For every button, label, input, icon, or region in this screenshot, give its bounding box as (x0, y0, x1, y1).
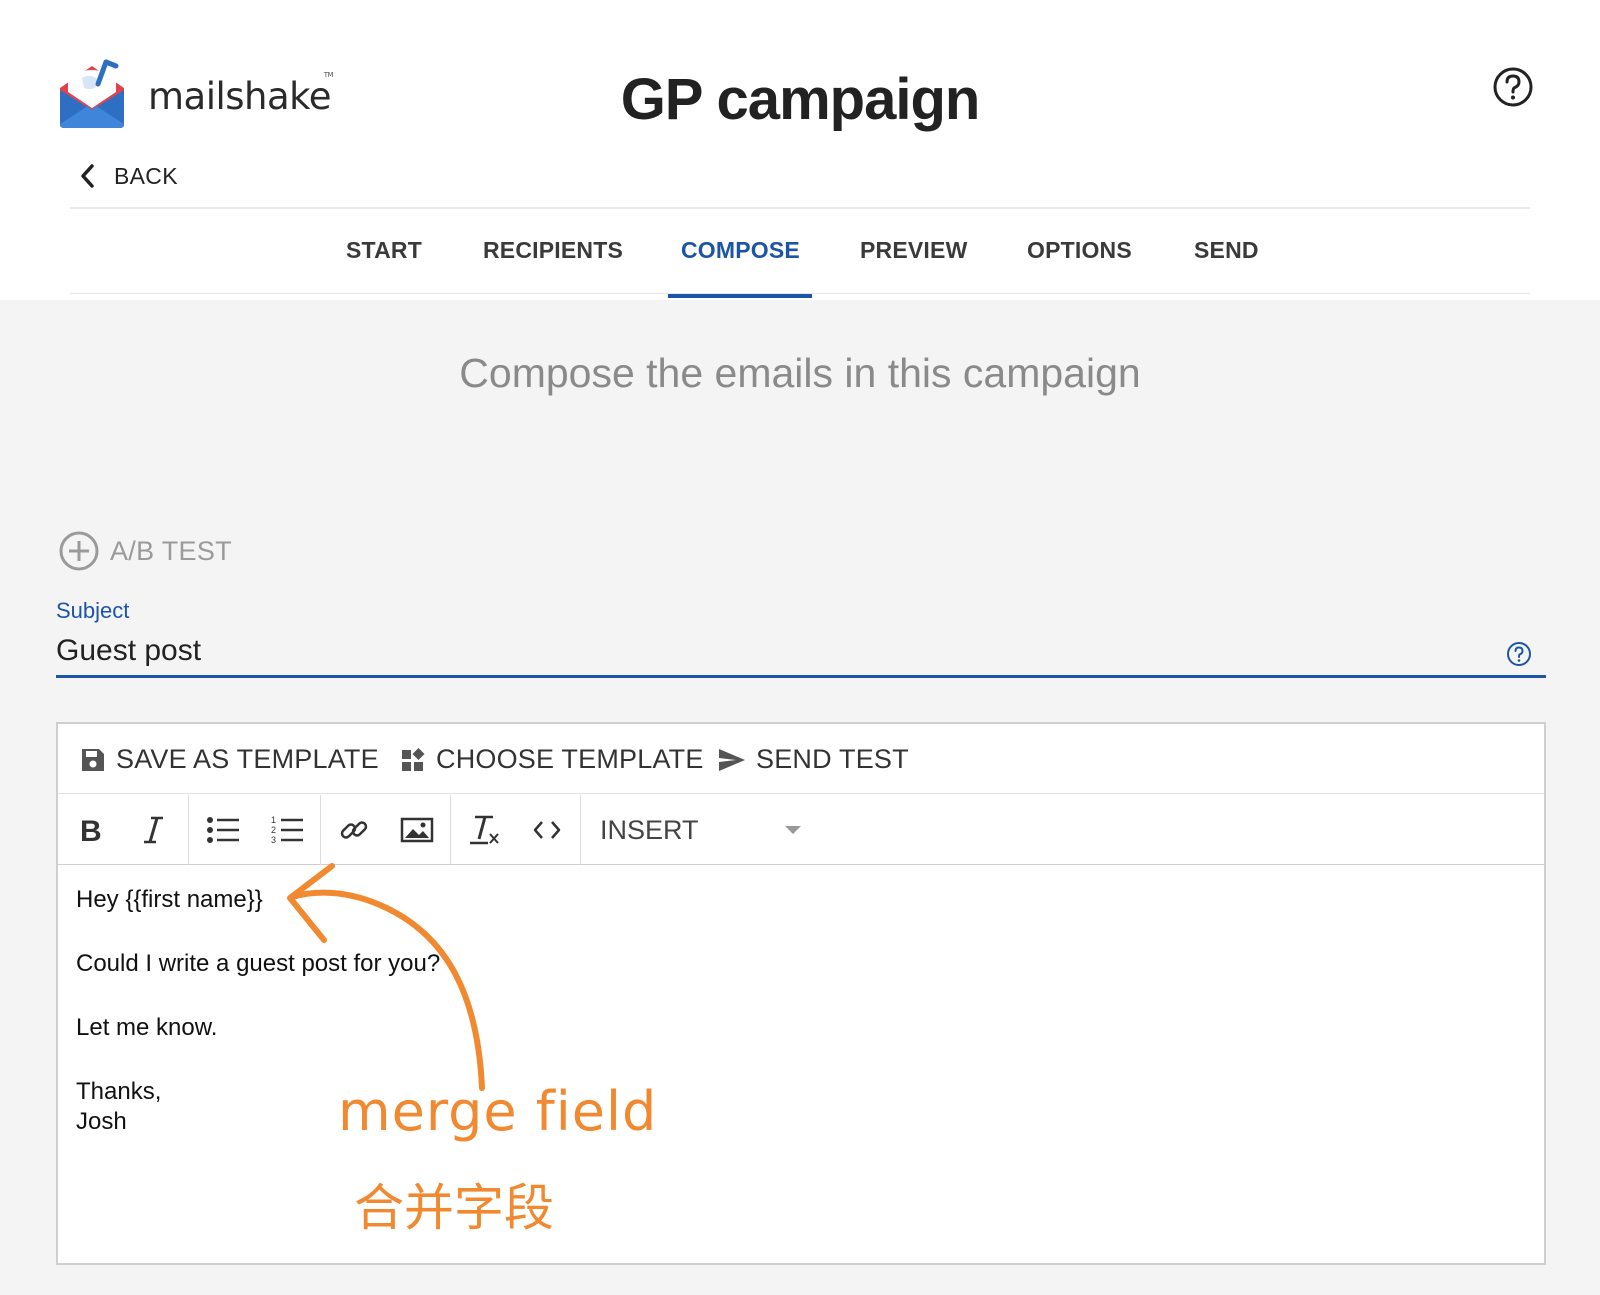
image-button[interactable] (392, 795, 442, 865)
help-icon[interactable] (1492, 66, 1534, 108)
header-divider (70, 207, 1530, 209)
italic-button[interactable] (128, 795, 180, 865)
insert-dropdown[interactable]: INSERT (580, 795, 810, 865)
add-circle-icon (59, 531, 99, 571)
subject-help-icon[interactable] (1506, 641, 1532, 667)
back-button[interactable]: BACK (78, 162, 178, 190)
email-editor: SAVE AS TEMPLATE CHOOSE TEMPLATE SEND TE… (56, 722, 1546, 1265)
tab-send[interactable]: SEND (1194, 237, 1259, 264)
svg-text:3: 3 (271, 835, 276, 845)
annotation-chinese-label: 合并字段 (354, 1179, 554, 1237)
numbered-list-button[interactable]: 1 2 3 (262, 795, 312, 865)
ab-test-label: A/B TEST (110, 535, 232, 566)
page-heading: Compose the emails in this campaign (459, 350, 1141, 396)
subject-input[interactable] (56, 632, 1546, 678)
ab-test-button[interactable]: A/B TEST (58, 530, 232, 572)
send-test-button[interactable]: SEND TEST (718, 744, 909, 775)
header-area: mailshake TM GP campaign BACK START RECIP… (0, 0, 1600, 300)
clear-formatting-button[interactable] (460, 795, 510, 865)
code-icon (533, 821, 561, 839)
body-line (76, 1044, 1516, 1076)
template-widgets-icon (402, 747, 425, 771)
bulleted-list-icon (207, 817, 239, 843)
body-line: Let me know. (76, 1014, 218, 1041)
chevron-left-icon (81, 164, 94, 188)
clear-formatting-icon (470, 815, 499, 845)
svg-text:B: B (80, 815, 102, 845)
body-line (76, 980, 1516, 1012)
source-code-button[interactable] (522, 795, 572, 865)
toolbar-separator (450, 795, 451, 865)
email-body[interactable]: Hey {{first name}} Could I write a guest… (76, 884, 1516, 1138)
send-test-label: SEND TEST (756, 744, 909, 774)
body-line (76, 916, 1516, 948)
bold-button[interactable]: B (64, 795, 116, 865)
editor-actions-bar: SAVE AS TEMPLATE CHOOSE TEMPLATE SEND TE… (58, 724, 1544, 794)
save-icon (82, 748, 104, 771)
image-icon (400, 817, 434, 843)
subject-label: Subject (56, 598, 130, 623)
annotation-english-label: merge field (338, 1080, 658, 1143)
dropdown-caret-icon (785, 826, 801, 834)
formatting-toolbar: B 1 2 3 INSERT (58, 795, 1544, 865)
choose-template-button[interactable]: CHOOSE TEMPLATE (400, 744, 704, 775)
svg-text:2: 2 (271, 825, 276, 835)
bold-icon: B (80, 815, 102, 845)
step-tabs: START RECIPIENTS COMPOSE PREVIEW OPTIONS… (0, 237, 1600, 297)
insert-label: INSERT (600, 814, 699, 845)
body-line: Could I write a guest post for you? (76, 950, 441, 977)
link-icon (340, 821, 368, 839)
campaign-title: GP campaign (620, 67, 981, 132)
body-line: Hey {{first name}} (76, 886, 263, 913)
body-line: Thanks, (76, 1078, 162, 1105)
tab-start[interactable]: START (346, 237, 422, 264)
toolbar-separator (188, 795, 189, 865)
italic-icon (144, 816, 163, 844)
active-tab-indicator (668, 294, 812, 298)
svg-text:1: 1 (271, 815, 276, 825)
toolbar-separator (320, 795, 321, 865)
back-label: BACK (114, 162, 178, 189)
save-as-template-label: SAVE AS TEMPLATE (116, 744, 379, 774)
tab-preview[interactable]: PREVIEW (860, 237, 967, 264)
tab-compose[interactable]: COMPOSE (681, 237, 800, 264)
tab-recipients[interactable]: RECIPIENTS (483, 237, 623, 264)
link-button[interactable] (330, 795, 378, 865)
numbered-list-icon: 1 2 3 (271, 815, 303, 845)
bulleted-list-button[interactable] (198, 795, 248, 865)
save-as-template-button[interactable]: SAVE AS TEMPLATE (80, 744, 379, 775)
send-icon (719, 748, 745, 771)
tab-options[interactable]: OPTIONS (1027, 237, 1132, 264)
body-line: Josh (76, 1108, 127, 1135)
choose-template-label: CHOOSE TEMPLATE (436, 744, 704, 774)
